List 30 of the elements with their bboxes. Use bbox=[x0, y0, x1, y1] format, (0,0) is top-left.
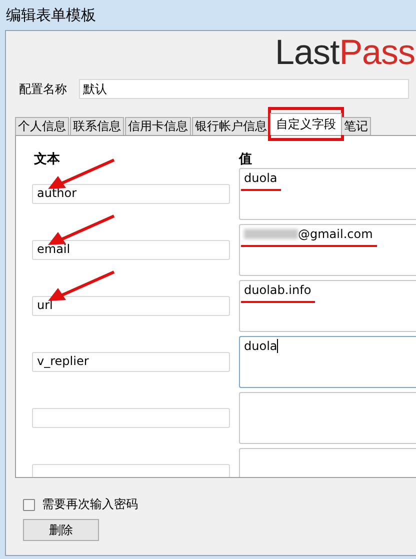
value-text: duola bbox=[244, 171, 278, 185]
checkbox[interactable] bbox=[23, 498, 35, 510]
tab[interactable]: 银行帐户信息 bbox=[192, 117, 270, 135]
name-field[interactable]: url bbox=[32, 296, 230, 316]
annotation-underline bbox=[241, 189, 282, 191]
column-header: 文本 bbox=[33, 150, 61, 168]
profile-field[interactable]: 默认 bbox=[79, 79, 409, 99]
name-field[interactable] bbox=[32, 408, 230, 428]
value-field[interactable] bbox=[239, 392, 416, 444]
tab[interactable]: 笔记 bbox=[341, 117, 371, 135]
name-field[interactable]: v_replier bbox=[32, 352, 230, 372]
value-text: duolab.info bbox=[244, 283, 312, 297]
value-text: duola bbox=[244, 339, 278, 353]
column-header: 值 bbox=[239, 151, 253, 168]
value-field[interactable]: duolab.info bbox=[239, 280, 416, 332]
delete-button[interactable]: 删除 bbox=[23, 519, 99, 541]
value-field[interactable]: @gmail.com bbox=[239, 224, 416, 276]
value-text: @gmail.com bbox=[298, 227, 373, 241]
checkbox-label: 需要再次输入密码 bbox=[42, 496, 138, 513]
name-field[interactable]: author bbox=[32, 184, 230, 204]
name-field[interactable]: email bbox=[32, 240, 230, 260]
tab[interactable]: 联系信息 bbox=[70, 117, 124, 135]
lastpass-logo: LastPass bbox=[275, 33, 415, 73]
value-field[interactable]: duola bbox=[239, 336, 416, 388]
value-field[interactable]: duola bbox=[239, 168, 416, 220]
tab[interactable]: 个人信息 bbox=[15, 117, 69, 135]
tab[interactable]: 信用卡信息 bbox=[125, 117, 191, 135]
tab[interactable]: 自定义字段 bbox=[270, 113, 342, 135]
window-title: 编辑表单模板 bbox=[5, 4, 97, 26]
profile-label: 配置名称 bbox=[19, 80, 67, 98]
